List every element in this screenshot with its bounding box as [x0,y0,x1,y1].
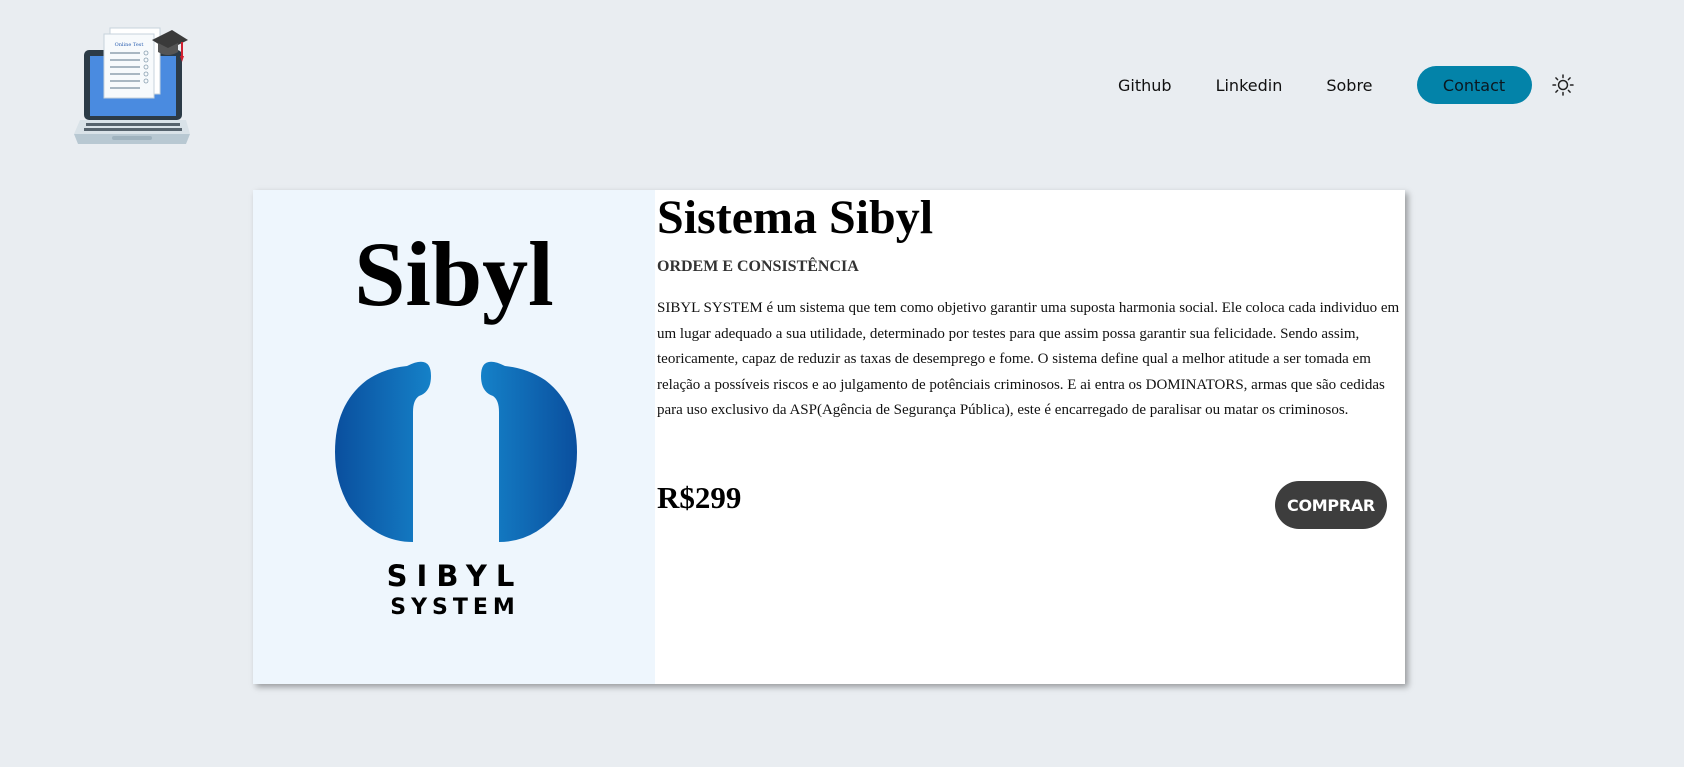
sun-icon [1551,74,1574,96]
product-title: Sistema Sibyl [657,191,934,244]
svg-text:Online Test: Online Test [115,42,144,48]
product-image-title: Sibyl [354,223,554,325]
sibyl-emblem-icon [335,361,577,542]
product-card: Sibyl SIBYL SYSTEM Sistema Sibyl ORDEM E… [253,190,1405,684]
svg-text:SYSTEM: SYSTEM [390,595,520,616]
product-description: SIBYL SYSTEM é um sistema que tem como o… [657,300,1400,419]
nav-link-github[interactable]: Github [1118,76,1172,95]
main-nav: Github Linkedin Sobre Contact [1098,66,1576,104]
buy-button[interactable]: COMPRAR [1275,481,1387,529]
product-details: Sistema Sibyl ORDEM E CONSISTÊNCIA SIBYL… [655,190,1405,684]
product-price: R$299 [657,480,742,515]
nav-link-linkedin[interactable]: Linkedin [1216,76,1283,95]
product-subtitle: ORDEM E CONSISTÊNCIA [657,258,859,275]
laptop-online-test-icon: Online Test [74,27,190,144]
nav-link-sobre[interactable]: Sobre [1326,76,1372,95]
contact-button[interactable]: Contact [1416,66,1532,104]
product-image: Sibyl SIBYL SYSTEM [253,190,655,684]
svg-text:SIBYL: SIBYL [387,562,524,593]
site-logo[interactable]: Online Test [70,26,200,144]
theme-toggle-button[interactable] [1550,72,1576,98]
sibyl-system-wordmark: SIBYL SYSTEM [387,562,524,616]
